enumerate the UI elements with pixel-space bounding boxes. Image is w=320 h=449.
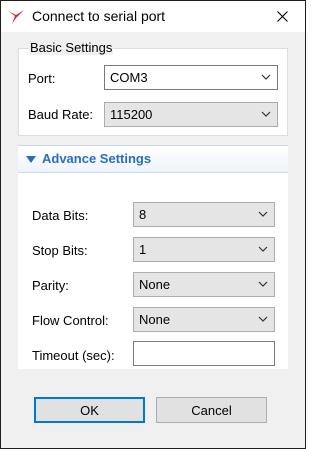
baud-rate-select[interactable]: 115200 (104, 102, 278, 127)
close-button[interactable] (259, 1, 305, 32)
window-title: Connect to serial port (32, 8, 166, 24)
dialog-window: Connect to serial port Basic Settings Po… (0, 0, 306, 449)
timeout-label: Timeout (sec): (32, 348, 115, 363)
baud-rate-value: 115200 (110, 107, 153, 122)
data-bits-select[interactable]: 8 (133, 202, 275, 227)
flow-control-select[interactable]: None (133, 307, 275, 332)
app-logo-icon (8, 10, 24, 24)
port-label: Port: (28, 71, 56, 86)
basic-settings-label: Basic Settings (29, 40, 114, 55)
stop-bits-select[interactable]: 1 (133, 237, 275, 262)
advance-settings-header[interactable]: Advance Settings (18, 145, 288, 173)
flow-control-value: None (139, 312, 171, 327)
parity-label: Parity: (32, 278, 69, 293)
parity-value: None (139, 277, 171, 292)
chevron-down-icon (258, 316, 268, 322)
chevron-down-icon (258, 281, 268, 287)
dialog-body: Basic Settings Port: COM3 Baud Rate: 115… (1, 32, 305, 448)
title-bar[interactable]: Connect to serial port (1, 1, 305, 32)
cancel-button[interactable]: Cancel (156, 397, 267, 423)
port-value: COM3 (110, 70, 148, 85)
advance-settings-title: Advance Settings (42, 151, 152, 166)
chevron-down-icon (261, 111, 271, 117)
chevron-down-icon (258, 211, 268, 217)
close-icon (276, 11, 288, 22)
ok-button[interactable]: OK (34, 397, 145, 423)
chevron-down-icon (258, 246, 268, 252)
chevron-down-icon (261, 74, 271, 80)
collapse-triangle-icon (26, 156, 36, 163)
port-select[interactable]: COM3 (104, 65, 278, 90)
parity-select[interactable]: None (133, 272, 275, 297)
baud-rate-label: Baud Rate: (28, 107, 94, 122)
stop-bits-value: 1 (139, 242, 147, 257)
data-bits-label: Data Bits: (32, 208, 89, 223)
data-bits-value: 8 (139, 207, 147, 222)
timeout-input[interactable] (133, 341, 275, 366)
stop-bits-label: Stop Bits: (32, 243, 88, 258)
flow-control-label: Flow Control: (32, 313, 109, 328)
